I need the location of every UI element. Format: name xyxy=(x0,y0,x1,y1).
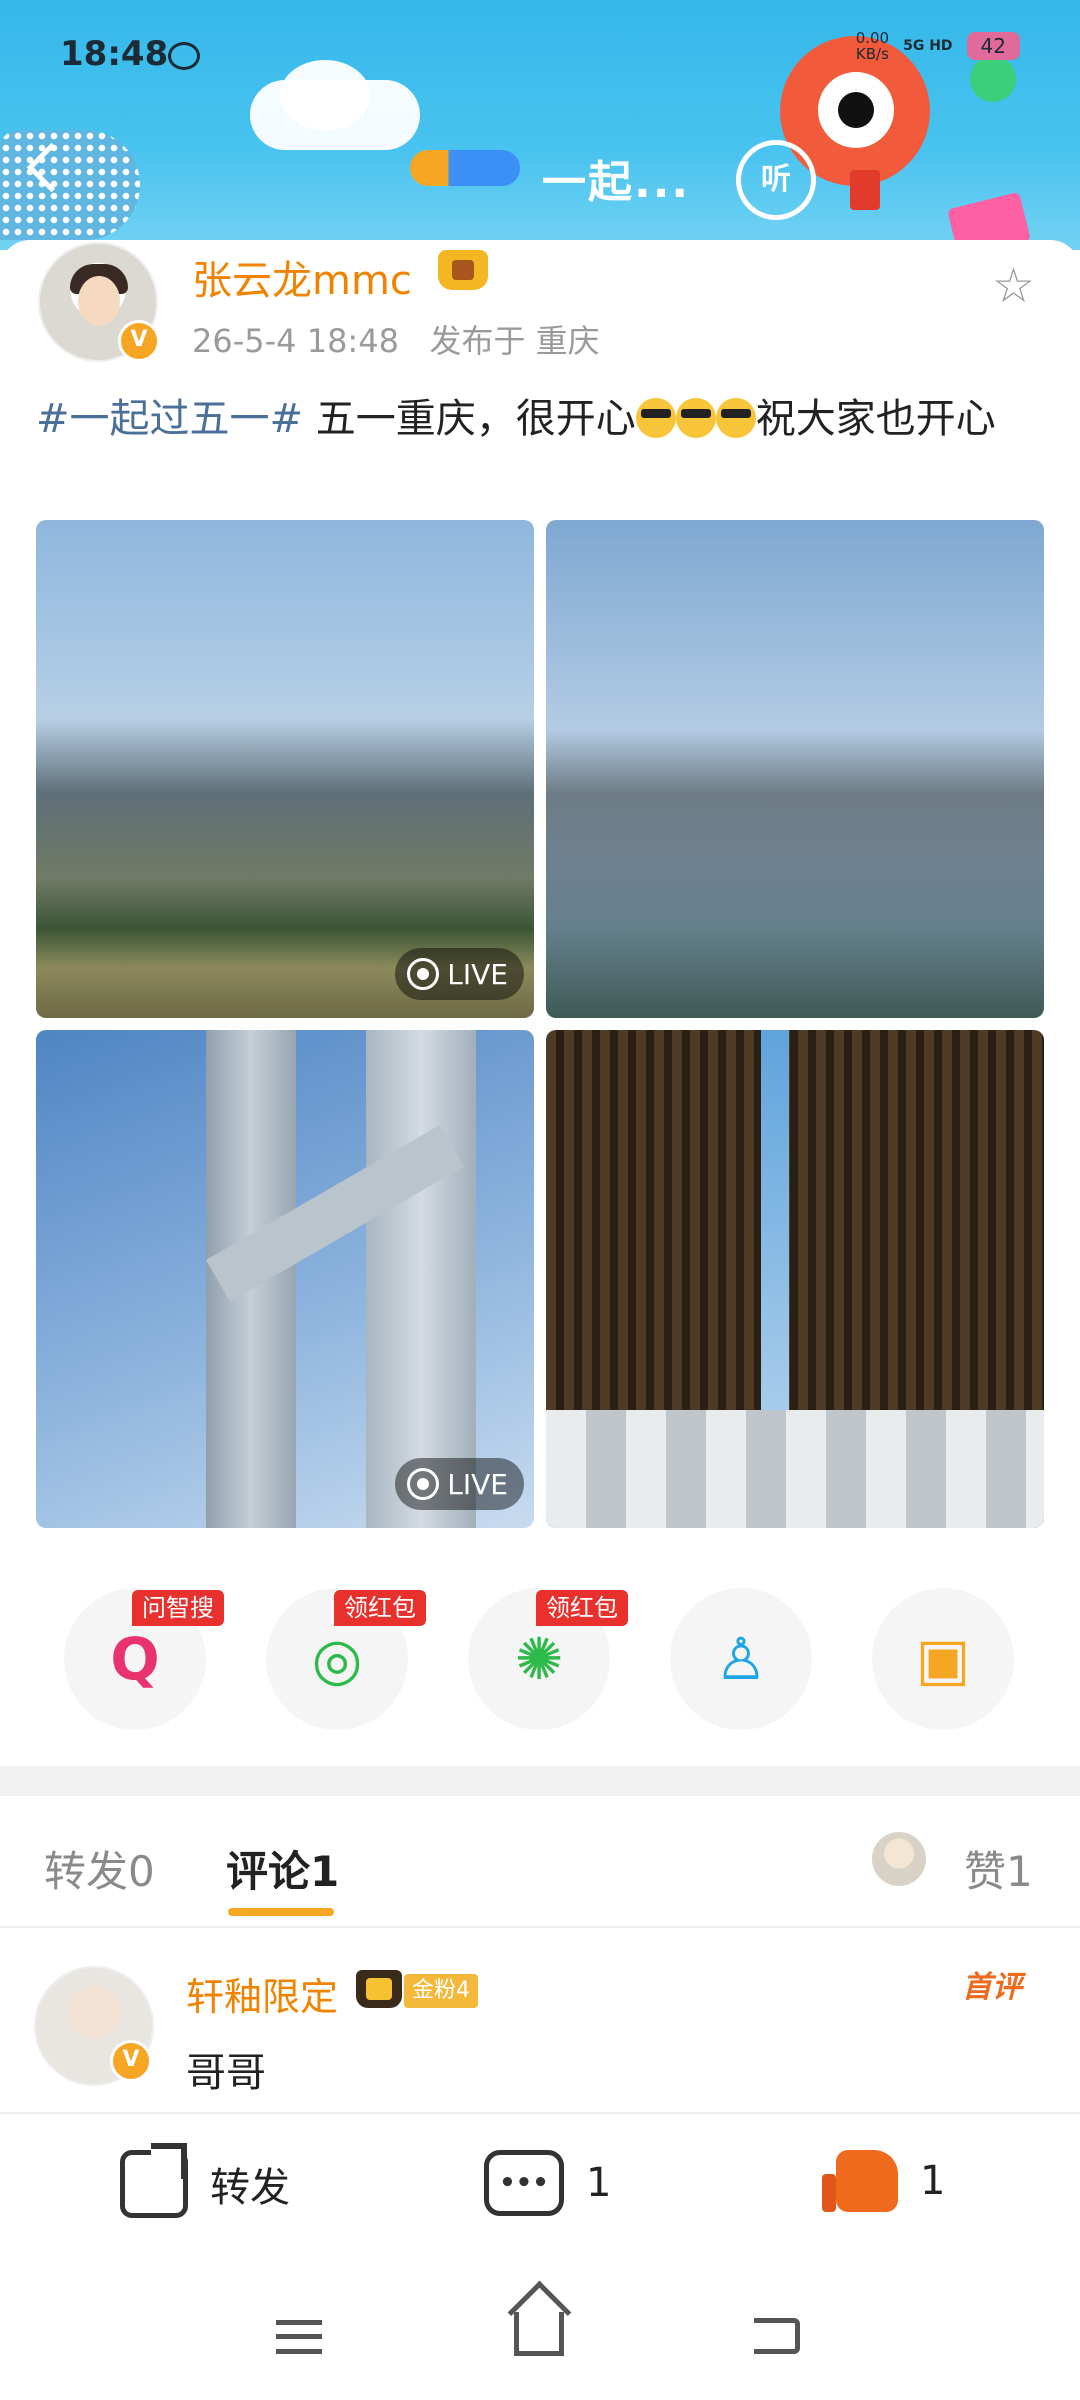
verified-badge-icon: V xyxy=(118,320,160,362)
tab-likes-label: 赞 xyxy=(964,1847,1007,1896)
live-icon xyxy=(407,1468,440,1500)
battery-icon: 42 xyxy=(966,32,1020,60)
tabs-divider xyxy=(0,1926,1080,1928)
save-image-button[interactable]: ▣ xyxy=(872,1588,1014,1730)
tab-likes-count: 1 xyxy=(1006,1847,1033,1896)
post-location: 重庆 xyxy=(535,322,600,360)
cool-emoji-icon xyxy=(675,398,716,438)
status-indicators: 0.00 KB/s 5G HD 42 xyxy=(856,30,1020,62)
location-prefix: 发布于 xyxy=(429,322,526,360)
verified-badge-icon: V xyxy=(110,2040,152,2082)
liker-avatar[interactable] xyxy=(872,1832,926,1886)
cloud-decoration xyxy=(280,60,370,130)
status-time: 18:48 xyxy=(60,34,169,74)
section-divider xyxy=(0,1766,1080,1796)
back-nav-icon[interactable] xyxy=(754,2318,800,2354)
tab-repost-count: 0 xyxy=(128,1847,155,1896)
mascot-pupil xyxy=(838,92,874,128)
share-badge: 问智搜 xyxy=(132,1590,224,1626)
home-icon[interactable] xyxy=(514,2312,564,2356)
comment-count: 1 xyxy=(586,2160,612,2206)
post-text-tail: 祝大家也开心 xyxy=(755,396,996,442)
commenter-name[interactable]: 轩釉限定 xyxy=(186,1966,338,2021)
thumbs-up-icon xyxy=(822,2150,898,2212)
post-photo-3[interactable]: LIVE xyxy=(36,1030,534,1528)
tab-likes[interactable]: 赞1 xyxy=(964,1838,1033,1899)
like-button[interactable]: 1 xyxy=(822,2150,946,2212)
red-packet-icon[interactable] xyxy=(850,170,880,210)
fan-level-badge[interactable]: 金粉4 xyxy=(404,1974,478,2008)
live-badge: LIVE xyxy=(395,1458,524,1510)
forward-button[interactable]: 转发 xyxy=(120,2143,290,2218)
active-tab-indicator xyxy=(228,1908,334,1916)
live-badge: LIVE xyxy=(395,948,524,1000)
post-meta: 26-5-4 18:48 发布于 重庆 xyxy=(192,316,600,362)
share-badge: 领红包 xyxy=(536,1590,628,1626)
signal-icon: 5G HD xyxy=(903,38,953,54)
comment-icon: ••• xyxy=(484,2150,564,2216)
bridge-supports xyxy=(546,1410,1044,1528)
tab-comments[interactable]: 评论1 xyxy=(226,1838,339,1899)
favorite-star-icon[interactable]: ☆ xyxy=(992,258,1035,314)
comment-text[interactable]: 哥哥 xyxy=(186,2040,266,2098)
listen-button[interactable]: 听 xyxy=(736,140,816,220)
topic-title[interactable]: 一起... xyxy=(542,146,690,210)
first-comment-badge: 首评 xyxy=(962,1970,1022,2005)
post-timestamp: 26-5-4 18:48 xyxy=(192,322,399,360)
flower-decoration xyxy=(970,56,1016,102)
net-speed-unit: KB/s xyxy=(855,45,889,63)
live-label: LIVE xyxy=(447,957,508,991)
save-image-icon: ▣ xyxy=(915,1625,971,1693)
menu-icon[interactable] xyxy=(276,2320,322,2354)
dots-decoration xyxy=(0,130,140,240)
live-icon xyxy=(407,958,440,990)
share-badge: 领红包 xyxy=(334,1590,426,1626)
cool-emoji-icon xyxy=(635,398,676,438)
member-crown-icon[interactable] xyxy=(438,250,488,290)
post-photo-1[interactable]: LIVE xyxy=(36,520,534,1018)
topic-badge-icon[interactable] xyxy=(410,150,520,186)
tab-repost[interactable]: 转发0 xyxy=(44,1838,155,1899)
live-label: LIVE xyxy=(447,1467,508,1501)
tab-comments-label: 评论 xyxy=(226,1847,311,1896)
search-ai-icon: Q xyxy=(110,1625,160,1693)
cool-emoji-icon xyxy=(715,398,756,438)
tab-comments-count: 1 xyxy=(310,1847,340,1896)
comment-button[interactable]: ••• 1 xyxy=(484,2150,611,2216)
post-text-main: 五一重庆，很开心 xyxy=(303,396,636,442)
member-crown-icon xyxy=(356,1970,402,2008)
forward-label: 转发 xyxy=(210,2165,290,2211)
moments-icon: ✺ xyxy=(514,1625,564,1693)
net-speed-value: 0.00 xyxy=(855,29,890,47)
hashtag-link[interactable]: #一起过五一# xyxy=(36,396,303,442)
qq-icon: ♙ xyxy=(715,1625,767,1693)
author-name[interactable]: 张云龙mmc xyxy=(192,248,412,306)
weibo-status-icon xyxy=(168,42,200,70)
bridge-pillar xyxy=(366,1030,476,1528)
post-photo-4[interactable] xyxy=(546,1030,1044,1528)
avatar-face xyxy=(78,276,120,326)
post-content: #一起过五一# 五一重庆，很开心 祝大家也开心 xyxy=(36,388,1046,450)
forward-icon xyxy=(120,2143,188,2218)
net-speed: 0.00 KB/s xyxy=(856,30,889,62)
tab-repost-label: 转发 xyxy=(44,1847,129,1896)
like-count: 1 xyxy=(920,2158,946,2204)
qq-share-button[interactable]: ♙ xyxy=(670,1588,812,1730)
post-photo-2[interactable] xyxy=(546,520,1044,1018)
wechat-icon: ◎ xyxy=(311,1625,363,1693)
